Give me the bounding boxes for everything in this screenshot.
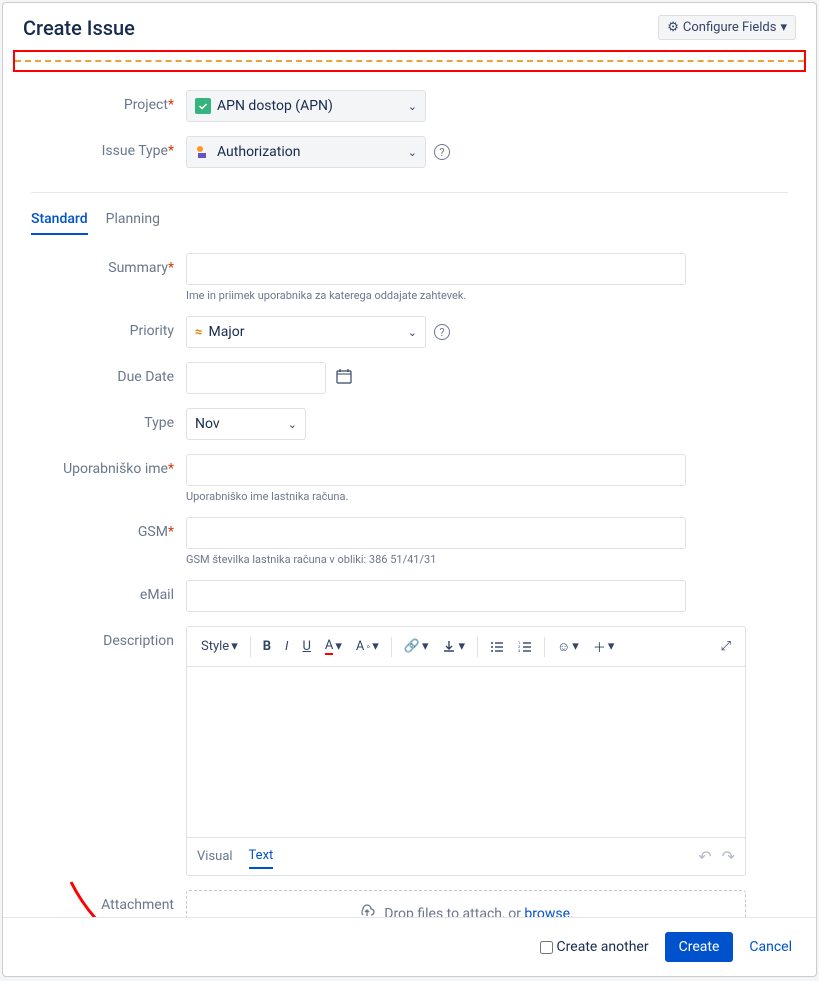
authorization-icon <box>195 144 211 160</box>
caret-down-icon: ▾ <box>458 639 465 654</box>
email-field: eMail <box>31 580 788 612</box>
browse-link[interactable]: browse <box>524 906 570 917</box>
caret-down-icon: ▾ <box>780 20 787 35</box>
upload-icon <box>358 903 376 917</box>
field-label: Project* <box>31 90 186 113</box>
modal-footer: Create another Create Cancel <box>3 917 816 976</box>
editor-mode-tabs: Visual Text ↶ ↷ <box>187 837 745 875</box>
caret-down-icon: ⌄ <box>408 100 417 113</box>
project-icon <box>195 98 211 114</box>
bullet-list-button[interactable] <box>484 636 510 658</box>
issue-type-field: Issue Type* Authorization ⌄ ? <box>31 136 788 168</box>
priority-major-icon: ≈ <box>195 325 203 340</box>
create-issue-modal: Create Issue ⚙ Configure Fields ▾ Projec… <box>2 2 817 977</box>
type-select[interactable]: Nov ⌄ <box>186 408 306 440</box>
emoji-button[interactable]: ☺ ▾ <box>551 635 585 659</box>
field-label: Due Date <box>31 362 186 385</box>
priority-select[interactable]: ≈ Major ⌄ <box>186 316 426 348</box>
field-label: Attachment <box>31 890 186 913</box>
caret-down-icon: ▾ <box>422 639 429 654</box>
due-date-input[interactable] <box>186 362 326 394</box>
gsm-input[interactable] <box>186 517 686 549</box>
field-label: eMail <box>31 580 186 603</box>
bold-button[interactable]: B <box>257 635 277 658</box>
type-field: Type Nov ⌄ <box>31 408 788 440</box>
editor-toolbar: Style ▾ B I U A ▾ A◦ ▾ 🔗 ▾ ▾ <box>187 627 745 667</box>
help-icon[interactable]: ? <box>434 144 450 160</box>
project-field: Project* APN dostop (APN) ⌄ <box>31 90 788 122</box>
text-color-button[interactable]: A ▾ <box>319 634 348 659</box>
redo-icon[interactable]: ↷ <box>722 847 735 866</box>
number-list-button[interactable]: 123 <box>512 636 538 658</box>
link-button[interactable]: 🔗 ▾ <box>398 635 435 658</box>
caret-down-icon: ⌄ <box>408 326 417 339</box>
undo-icon[interactable]: ↶ <box>698 847 711 866</box>
clear-format-button[interactable]: A◦ ▾ <box>350 635 385 658</box>
field-label: GSM* <box>31 517 186 540</box>
help-text: GSM številka lastnika računa v obliki: 3… <box>186 553 686 566</box>
visual-tab[interactable]: Visual <box>197 845 233 868</box>
calendar-icon[interactable] <box>336 368 352 388</box>
italic-button[interactable]: I <box>279 635 294 658</box>
description-field: Description Style ▾ B I U A ▾ A◦ ▾ 🔗 ▾ ▾ <box>31 626 788 876</box>
username-field: Uporabniško ime* Uporabniško ime lastnik… <box>31 454 788 503</box>
field-label: Priority <box>31 316 186 339</box>
insert-button[interactable]: ＋ ▾ <box>587 633 621 660</box>
caret-down-icon: ⌄ <box>408 146 417 159</box>
annotation-dashed-line <box>15 60 804 62</box>
modal-body: Project* APN dostop (APN) ⌄ Issue Type* … <box>3 72 816 917</box>
field-label: Uporabniško ime* <box>31 454 186 477</box>
cancel-button[interactable]: Cancel <box>749 939 792 955</box>
attachment-field: Attachment Drop files to attach, or brow… <box>31 890 788 917</box>
email-input[interactable] <box>186 580 686 612</box>
caret-down-icon: ▾ <box>572 639 579 654</box>
create-another-checkbox[interactable]: Create another <box>540 939 649 955</box>
underline-button[interactable]: U <box>296 635 316 658</box>
issue-type-select[interactable]: Authorization ⌄ <box>186 136 426 168</box>
attach-button[interactable]: ▾ <box>436 635 471 658</box>
tab-standard[interactable]: Standard <box>31 205 88 235</box>
attachment-dropzone[interactable]: Drop files to attach, or browse. <box>186 890 746 917</box>
summary-input[interactable] <box>186 253 686 285</box>
style-dropdown[interactable]: Style ▾ <box>195 635 244 658</box>
caret-down-icon: ▾ <box>335 639 342 654</box>
create-another-input[interactable] <box>540 941 553 954</box>
description-textarea[interactable] <box>187 667 745 837</box>
caret-down-icon: ▾ <box>608 639 615 654</box>
description-editor: Style ▾ B I U A ▾ A◦ ▾ 🔗 ▾ ▾ <box>186 626 746 876</box>
create-button[interactable]: Create <box>665 932 734 962</box>
configure-fields-button[interactable]: ⚙ Configure Fields ▾ <box>658 15 796 40</box>
field-tabs: Standard Planning <box>31 205 788 235</box>
gsm-field: GSM* GSM številka lastnika računa v obli… <box>31 517 788 566</box>
gear-icon: ⚙ <box>667 20 679 35</box>
caret-down-icon: ▾ <box>231 639 238 654</box>
help-text: Ime in priimek uporabnika za katerega od… <box>186 289 686 302</box>
caret-down-icon: ▾ <box>372 639 379 654</box>
field-label: Summary* <box>31 253 186 276</box>
field-label: Type <box>31 408 186 431</box>
project-select[interactable]: APN dostop (APN) ⌄ <box>186 90 426 122</box>
tab-planning[interactable]: Planning <box>106 205 160 235</box>
due-date-field: Due Date <box>31 362 788 394</box>
priority-field: Priority ≈ Major ⌄ ? <box>31 316 788 348</box>
modal-header: Create Issue ⚙ Configure Fields ▾ <box>3 3 816 50</box>
text-tab[interactable]: Text <box>249 844 274 869</box>
summary-field: Summary* Ime in priimek uporabnika za ka… <box>31 253 788 302</box>
username-input[interactable] <box>186 454 686 486</box>
expand-button[interactable]: ⤢ <box>715 635 737 658</box>
annotation-highlight <box>13 50 806 72</box>
caret-down-icon: ⌄ <box>288 418 297 431</box>
help-text: Uporabniško ime lastnika računa. <box>186 490 686 503</box>
field-label: Description <box>31 626 186 649</box>
help-icon[interactable]: ? <box>434 324 450 340</box>
modal-title: Create Issue <box>23 16 135 40</box>
field-label: Issue Type* <box>31 136 186 159</box>
divider <box>31 192 788 193</box>
svg-text:3: 3 <box>518 648 520 653</box>
